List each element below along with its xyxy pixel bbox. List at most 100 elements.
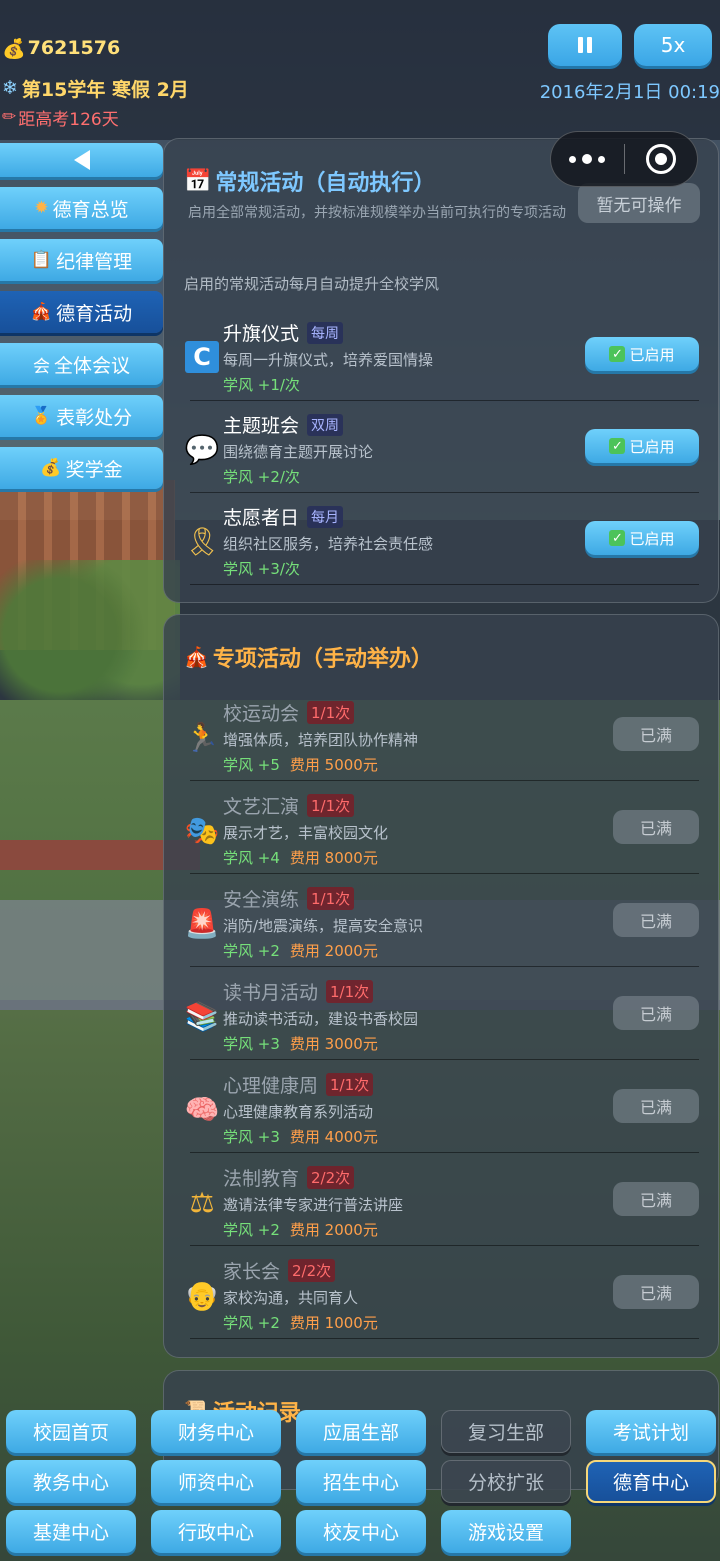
exam-countdown-label: 距高考126天 — [18, 109, 119, 130]
activity-desc: 组织社区服务，培养社会责任感 — [223, 535, 434, 553]
activity-name: 文艺汇演 1/1次 — [223, 792, 355, 819]
nav-repeat-students[interactable]: 复习生部 — [441, 1410, 571, 1453]
money-bag-icon: 💰 — [40, 458, 62, 478]
checkmark-icon: ✓ — [609, 438, 626, 454]
speed-button[interactable]: 5x — [634, 24, 712, 66]
sidebar-item-label: 德育总览 — [52, 198, 129, 221]
time-controls: 5x 2016年2月1日 00:19 — [530, 24, 720, 104]
activity-name: 读书月活动 1/1次 — [223, 978, 374, 1005]
nav-alumni[interactable]: 校友中心 — [296, 1510, 426, 1553]
back-button[interactable] — [0, 143, 163, 177]
list-item: 👴 家长会 2/2次 家校沟通，共同育人 学风 +2 费用 1000元 已满 — [184, 1253, 699, 1339]
activity-gain: 学风 +1/次 — [223, 376, 300, 394]
enabled-toggle-button[interactable]: ✓ 已启用 — [585, 521, 699, 555]
checkmark-icon: ✓ — [609, 530, 626, 546]
nav-moral-education[interactable]: 德育中心 — [586, 1460, 716, 1503]
target-icon — [645, 144, 676, 174]
full-button[interactable]: 已满 — [613, 1182, 699, 1216]
list-item: 📚 读书月活动 1/1次 推动读书活动，建设书香校园 学风 +3 费用 3000元 … — [184, 974, 699, 1060]
sun-icon: ✹ — [34, 198, 49, 218]
nav-finance[interactable]: 财务中心 — [151, 1410, 281, 1453]
activity-gain: 学风 +4 费用 8000元 — [223, 849, 378, 867]
list-item: 🎗 志愿者日 每月 组织社区服务，培养社会责任感 学风 +3/次 ✓ 已启用 — [184, 499, 699, 585]
siren-icon: 🚨 — [184, 906, 220, 940]
list-item: 💬 主题班会 双周 围绕德育主题开展讨论 学风 +2/次 ✓ 已启用 — [184, 407, 699, 493]
no-op-button[interactable]: 暂无可操作 — [578, 183, 700, 223]
money-value: 7621576 — [27, 37, 121, 59]
full-button[interactable]: 已满 — [613, 717, 699, 751]
activity-gain: 学风 +3 费用 4000元 — [223, 1128, 378, 1146]
bottom-navigation: 校园首页 财务中心 应届生部 复习生部 考试计划 教务中心 师资中心 招生中心 … — [6, 1410, 716, 1560]
nav-game-settings[interactable]: 游戏设置 — [441, 1510, 571, 1553]
count-badge: 2/2次 — [288, 1259, 336, 1282]
pause-button[interactable] — [548, 24, 622, 66]
books-icon: 📚 — [184, 999, 220, 1033]
nav-infrastructure[interactable]: 基建中心 — [6, 1510, 136, 1553]
count-badge: 1/1次 — [326, 980, 374, 1003]
status-panel: 💰 7621576 ❄ 第15学年 寒假 2月 ✏ 距高考126天 — [2, 34, 322, 130]
activity-desc: 家校沟通，共同育人 — [223, 1289, 359, 1307]
sidebar-item-assembly[interactable]: 会 全体会议 — [0, 343, 163, 385]
activity-gain: 学风 +3/次 — [223, 560, 300, 578]
activity-desc: 增强体质，培养团队协作精神 — [223, 731, 419, 749]
full-button[interactable]: 已满 — [613, 1089, 699, 1123]
sidebar-item-label: 德育活动 — [56, 302, 133, 325]
game-date: 2016年2月1日 00:19 — [539, 82, 720, 103]
activity-desc: 心理健康教育系列活动 — [223, 1103, 374, 1121]
dot-icon — [569, 155, 577, 163]
more-options-button[interactable] — [551, 154, 624, 164]
activity-name: 法制教育 2/2次 — [223, 1164, 355, 1191]
nav-exam-plan[interactable]: 考试计划 — [586, 1410, 716, 1453]
regular-note: 启用的常规活动每月自动提升全校学风 — [184, 275, 440, 293]
sidebar-item-discipline[interactable]: 📋 纪律管理 — [0, 239, 163, 281]
activity-gain: 学风 +5 费用 5000元 — [223, 756, 378, 774]
sidebar-item-label: 全体会议 — [53, 354, 130, 377]
sidebar-item-scholarship[interactable]: 💰 奖学金 — [0, 447, 163, 489]
sidebar-item-label: 纪律管理 — [56, 250, 133, 273]
sidebar-item-activities[interactable]: 🎪 德育活动 — [0, 291, 163, 333]
activity-name: 主题班会 双周 — [223, 411, 344, 438]
full-button[interactable]: 已满 — [613, 996, 699, 1030]
back-arrow-icon — [73, 150, 90, 170]
exam-countdown: ✏ 距高考126天 — [2, 104, 322, 130]
special-title: 🎪 专项活动（手动举办） — [184, 641, 433, 673]
list-item: 🎭 文艺汇演 1/1次 展示才艺，丰富校园文化 学风 +4 费用 8000元 已满 — [184, 788, 699, 874]
full-button[interactable]: 已满 — [613, 810, 699, 844]
checkmark-icon: ✓ — [609, 346, 626, 362]
activity-desc: 每周一升旗仪式，培养爱国情操 — [223, 351, 434, 369]
nav-faculty[interactable]: 师资中心 — [151, 1460, 281, 1503]
full-button[interactable]: 已满 — [613, 1275, 699, 1309]
special-title-text: 专项活动（手动举办） — [212, 647, 433, 672]
nav-current-students[interactable]: 应届生部 — [296, 1410, 426, 1453]
count-badge: 1/1次 — [326, 1073, 374, 1096]
calendar-icon: 📅 — [184, 168, 212, 194]
nav-campus-home[interactable]: 校园首页 — [6, 1410, 136, 1453]
list-item: ⚖ 法制教育 2/2次 邀请法律专家进行普法讲座 学风 +2 费用 2000元 已满 — [184, 1160, 699, 1246]
activity-gain: 学风 +2/次 — [223, 468, 300, 486]
scales-icon: ⚖ — [189, 1185, 215, 1219]
sidebar-item-overview[interactable]: ✹ 德育总览 — [0, 187, 163, 229]
activity-name: 安全演练 1/1次 — [223, 885, 355, 912]
nav-admissions[interactable]: 招生中心 — [296, 1460, 426, 1503]
nav-branch-expansion[interactable]: 分校扩张 — [441, 1460, 571, 1503]
close-miniprogram-button[interactable] — [625, 144, 698, 174]
activity-name: 升旗仪式 每周 — [223, 319, 344, 346]
sidebar-item-rewards[interactable]: 🏅 表彰处分 — [0, 395, 163, 437]
list-item: 🧠 心理健康周 1/1次 心理健康教育系列活动 学风 +3 费用 4000元 已满 — [184, 1067, 699, 1153]
ribbon-icon: 🎗 — [184, 524, 220, 558]
regular-title-text: 常规活动（自动执行） — [215, 171, 436, 196]
frequency-tag: 每月 — [307, 505, 344, 528]
sidebar-item-label: 奖学金 — [65, 458, 123, 481]
full-button[interactable]: 已满 — [613, 903, 699, 937]
nav-academic[interactable]: 教务中心 — [6, 1460, 136, 1503]
circus-tent-icon: 🎪 — [184, 645, 209, 669]
enabled-toggle-button[interactable]: ✓ 已启用 — [585, 429, 699, 463]
frequency-tag: 每周 — [307, 321, 344, 344]
list-item: 🏃 校运动会 1/1次 增强体质，培养团队协作精神 学风 +5 费用 5000元 已… — [184, 695, 699, 781]
special-activities-panel: 🎪 专项活动（手动举办） 🏃 校运动会 1/1次 增强体质，培养团队协作精神 学风… — [163, 614, 719, 1358]
meeting-icon: 会 — [32, 356, 50, 377]
enabled-toggle-button[interactable]: ✓ 已启用 — [585, 337, 699, 371]
nav-administration[interactable]: 行政中心 — [151, 1510, 281, 1553]
theater-masks-icon: 🎭 — [184, 813, 220, 847]
snowflake-icon: ❄ — [2, 77, 18, 99]
